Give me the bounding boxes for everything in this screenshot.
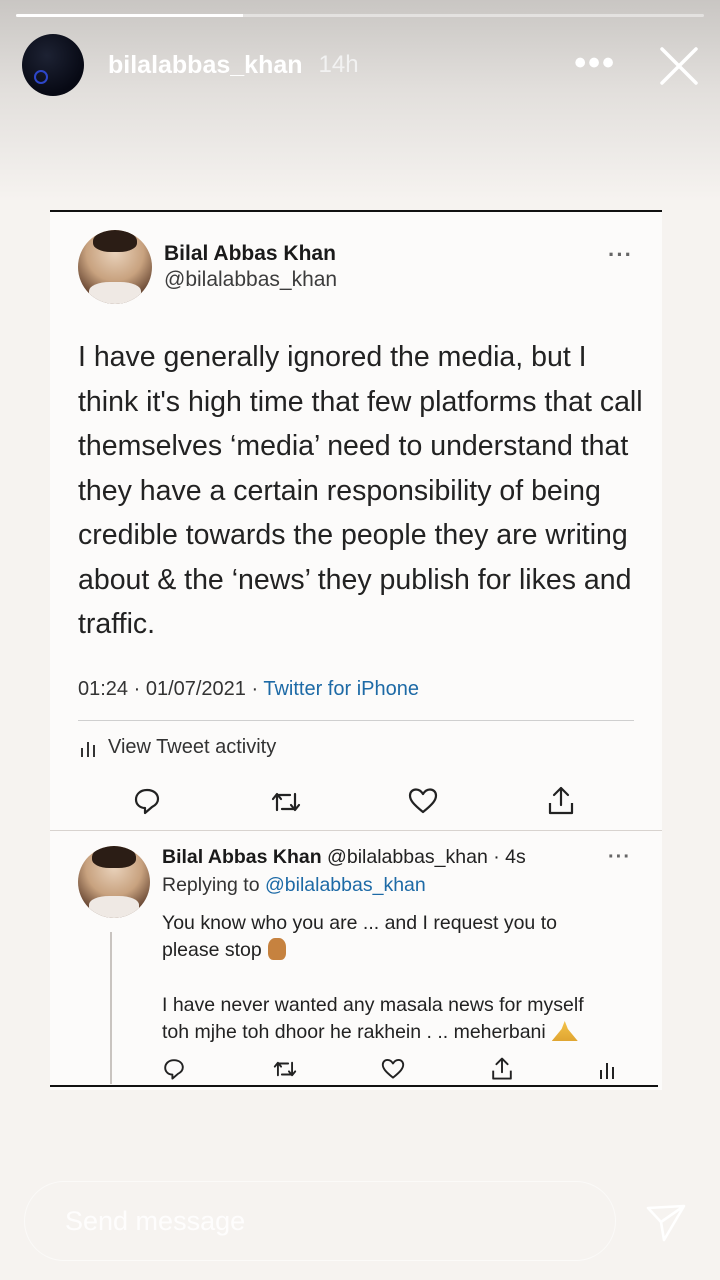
story-top-gradient: [0, 0, 720, 200]
reply-line-text: please stop: [162, 939, 262, 961]
thread-line: [110, 932, 112, 1084]
story-progress-bar: [16, 14, 704, 17]
retweet-icon: [273, 1061, 297, 1077]
reply-line: You know who you are ... and I request y…: [162, 912, 557, 934]
profile-avatar[interactable]: [22, 34, 84, 96]
tweet-text: I have generally ignored the media, but …: [78, 341, 643, 640]
like-icon: [408, 788, 438, 814]
more-horizontal-icon[interactable]: •••: [574, 46, 616, 80]
tweet-source: Twitter for iPhone: [263, 678, 419, 700]
divider: [50, 830, 662, 831]
reply-line: please stop: [162, 937, 286, 964]
tweet-author-name: Bilal Abbas Khan: [164, 242, 336, 265]
story-time: 14h: [318, 51, 359, 78]
tweet-activity: View Tweet activity: [80, 736, 276, 759]
reply-icon: [134, 788, 160, 815]
reply-line-text: toh mjhe toh dhoor he rakhein . .. meher…: [162, 1021, 546, 1043]
folded-hands-emoji-icon: [551, 1021, 578, 1041]
raised-hand-emoji-icon: [267, 938, 286, 960]
reply-line: I have never wanted any masala news for …: [162, 994, 584, 1016]
retweet-icon: [271, 792, 301, 812]
replying-prefix: Replying to: [162, 874, 265, 896]
like-icon: [381, 1059, 405, 1079]
send-icon[interactable]: [644, 1200, 688, 1244]
close-icon[interactable]: [658, 45, 700, 87]
story-progress-fill: [16, 14, 244, 17]
story-header: bilalabbas_khan 14h •••: [22, 33, 702, 97]
tweet-activity-label: View Tweet activity: [108, 736, 277, 758]
reply-header: Bilal Abbas Khan @bilalabbas_khan · 4s: [162, 846, 526, 869]
tweet-meta: 01:24 · 01/07/2021 · Twitter for iPhone: [78, 678, 419, 701]
tweet-author-avatar: [78, 230, 152, 304]
top-border: [50, 210, 662, 212]
tweet-author-handle: @bilalabbas_khan: [164, 268, 338, 291]
tweet-more-icon: ···: [608, 242, 633, 267]
activity-bars-icon: [81, 741, 95, 757]
replying-to: Replying to @bilalabbas_khan: [162, 874, 426, 897]
story-username[interactable]: bilalabbas_khan: [108, 51, 303, 80]
reply-more-icon: ···: [608, 846, 631, 868]
bottom-border: [50, 1085, 658, 1087]
reply-icon: [164, 1059, 184, 1080]
send-message-input[interactable]: [63, 1204, 567, 1238]
reply-line: toh mjhe toh dhoor he rakhein . .. meher…: [162, 1019, 578, 1046]
reply-author-name: Bilal Abbas Khan: [162, 846, 322, 868]
tweet-screenshot: Bilal Abbas Khan @bilalabbas_khan ··· I …: [50, 210, 662, 1090]
send-message-box[interactable]: [24, 1181, 616, 1261]
divider: [78, 720, 634, 721]
reply-handle-time: @bilalabbas_khan · 4s: [321, 846, 526, 868]
share-icon: [548, 786, 574, 815]
tweet-timestamp: 01:24 · 01/07/2021 ·: [78, 678, 264, 700]
replying-handle: @bilalabbas_khan: [264, 874, 426, 896]
activity-bars-icon: [600, 1063, 614, 1079]
reply-author-avatar: [78, 846, 150, 918]
share-icon: [492, 1057, 512, 1080]
